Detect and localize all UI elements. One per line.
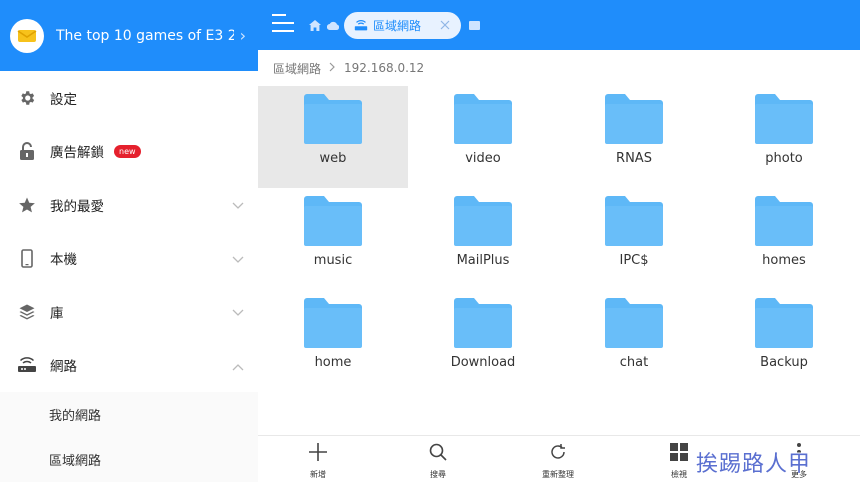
folder-icon — [454, 196, 512, 250]
folder-name: MailPlus — [456, 253, 510, 268]
chevron-down-icon[interactable] — [232, 195, 244, 214]
grid-view-icon — [670, 442, 688, 462]
tab-lan[interactable]: 區域網路 — [344, 11, 462, 39]
folder-item[interactable]: home — [258, 290, 408, 392]
sidebar-item-label: 廣告解鎖 — [50, 145, 104, 162]
folder-item[interactable]: RNAS — [559, 86, 709, 188]
more-vertical-icon — [796, 442, 802, 462]
sidebar-item-label: 我的最愛 — [50, 198, 104, 215]
star-icon — [17, 195, 37, 215]
chevron-down-icon[interactable] — [232, 249, 244, 268]
home-icon[interactable] — [306, 16, 324, 34]
menu-button[interactable] — [260, 0, 306, 50]
tab-label: 區域網路 — [373, 18, 422, 33]
view-button[interactable]: 檢視 — [649, 436, 709, 484]
cloud-icon[interactable] — [324, 16, 342, 34]
mail-icon — [10, 18, 44, 53]
window-icon[interactable] — [465, 16, 483, 34]
folder-name: chat — [619, 355, 649, 370]
chevron-right-icon: › — [239, 26, 246, 45]
view-label: 檢視 — [671, 470, 687, 479]
sidebar-item-label: 本機 — [50, 252, 77, 269]
folder-name: homes — [762, 253, 806, 268]
folder-item[interactable]: music — [258, 188, 408, 290]
sidebar-header-title: The top 10 games of E3 2017 — [56, 27, 234, 44]
folder-icon — [755, 94, 813, 148]
folder-name: RNAS — [616, 151, 652, 166]
folder-icon — [755, 196, 813, 250]
folder-name: web — [319, 151, 347, 166]
folder-item[interactable]: photo — [709, 86, 859, 188]
sidebar-item-network[interactable]: 網路 — [0, 339, 258, 393]
sidebar-item-label: 網路 — [50, 359, 77, 376]
sidebar-item-favorites[interactable]: 我的最愛 — [0, 178, 258, 232]
chevron-up-icon[interactable] — [232, 356, 244, 375]
breadcrumb: 區域網路 192.168.0.12 — [258, 50, 860, 86]
sidebar-subitem-my-network[interactable]: 我的網路 — [0, 392, 258, 437]
phone-icon — [17, 248, 37, 268]
sidebar-item-label: 庫 — [50, 305, 64, 322]
more-button[interactable]: 更多 — [769, 436, 829, 484]
new-button[interactable]: 新增 — [288, 436, 348, 484]
folder-icon — [304, 196, 362, 250]
folder-item[interactable]: web — [258, 86, 408, 188]
folder-grid: web video RNAS photo music MailPlus IPC$ — [258, 86, 860, 392]
close-icon[interactable] — [439, 19, 451, 31]
new-label: 新增 — [310, 470, 326, 479]
refresh-icon — [549, 442, 567, 462]
folder-icon — [605, 298, 663, 352]
folder-icon — [605, 196, 663, 250]
router-icon — [354, 16, 368, 35]
breadcrumb-current[interactable]: 192.168.0.12 — [344, 61, 424, 75]
folder-item[interactable]: IPC$ — [559, 188, 709, 290]
folder-icon — [605, 94, 663, 148]
folder-item[interactable]: Backup — [709, 290, 859, 392]
sidebar-item-local[interactable]: 本機 — [0, 232, 258, 286]
lock-open-icon — [17, 141, 37, 161]
refresh-label: 重新整理 — [542, 470, 574, 479]
chevron-down-icon[interactable] — [232, 302, 244, 321]
plus-icon — [309, 442, 327, 462]
file-manager-app: The top 10 games of E3 2017 › 設定 廣告解鎖 ne… — [0, 0, 860, 484]
folder-name: music — [313, 253, 353, 268]
sidebar: The top 10 games of E3 2017 › 設定 廣告解鎖 ne… — [0, 0, 258, 484]
sidebar-item-label: 設定 — [50, 91, 77, 108]
folder-item[interactable]: MailPlus — [408, 188, 558, 290]
folder-icon — [304, 94, 362, 148]
folder-item[interactable]: video — [408, 86, 558, 188]
hamburger-icon — [272, 14, 294, 36]
search-label: 搜尋 — [430, 470, 446, 479]
sidebar-item-library[interactable]: 庫 — [0, 285, 258, 339]
folder-name: IPC$ — [619, 253, 649, 268]
search-icon — [429, 442, 447, 462]
sidebar-header[interactable]: The top 10 games of E3 2017 › — [0, 0, 258, 71]
sidebar-item-ad-unlock[interactable]: 廣告解鎖 new — [0, 125, 258, 179]
layers-icon — [17, 302, 37, 322]
folder-name: Download — [450, 355, 516, 370]
chevron-right-icon — [329, 61, 336, 75]
folder-name: photo — [765, 151, 803, 166]
gear-icon — [17, 88, 37, 108]
sidebar-subitem-lan[interactable]: 區域網路 — [0, 437, 258, 482]
folder-name: home — [314, 355, 352, 370]
more-label: 更多 — [791, 470, 807, 479]
folder-name: Backup — [760, 355, 808, 370]
router-icon — [17, 355, 37, 375]
folder-item[interactable]: chat — [559, 290, 709, 392]
folder-item[interactable]: homes — [709, 188, 859, 290]
folder-icon — [304, 298, 362, 352]
search-button[interactable]: 搜尋 — [408, 436, 468, 484]
folder-icon — [454, 94, 512, 148]
top-toolbar: 區域網路 — [258, 0, 860, 50]
breadcrumb-root[interactable]: 區域網路 — [273, 60, 321, 77]
folder-icon — [454, 298, 512, 352]
sidebar-item-settings[interactable]: 設定 — [0, 71, 258, 125]
folder-icon — [755, 298, 813, 352]
new-badge: new — [114, 144, 141, 158]
folder-item[interactable]: Download — [408, 290, 558, 392]
refresh-button[interactable]: 重新整理 — [528, 436, 588, 484]
folder-name: video — [465, 151, 501, 166]
bottom-toolbar: 新增 搜尋 重新整理 檢視 更多 — [258, 435, 860, 484]
